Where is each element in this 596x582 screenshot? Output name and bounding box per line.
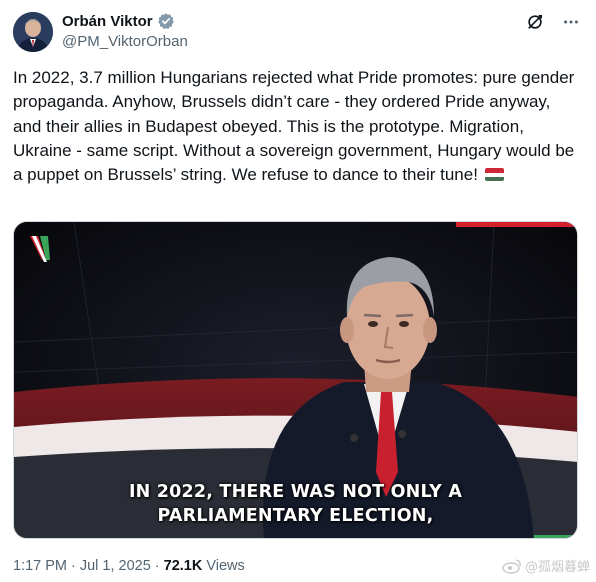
grok-icon[interactable] — [524, 11, 546, 33]
verified-badge-icon — [157, 13, 174, 30]
avatar-portrait — [13, 12, 53, 52]
hungarian-flag-icon — [484, 168, 504, 182]
meta-separator: · — [154, 558, 160, 574]
weibo-icon — [502, 558, 521, 574]
display-name[interactable]: Orbán Viktor — [62, 13, 153, 30]
tweet-meta: 1:17 PM · Jul 1, 2025 · 72.1K Views — [13, 558, 245, 574]
watermark-text: @孤烟暮蝉 — [524, 560, 590, 575]
tweet-body: In 2022, 3.7 million Hungarians rejected… — [13, 68, 580, 185]
handle[interactable]: @PM_ViktorOrban — [62, 33, 188, 50]
meta-separator: · — [71, 558, 76, 574]
avatar[interactable] — [13, 12, 53, 52]
watermark: @孤烟暮蝉 — [502, 556, 590, 575]
caption-line-2: PARLIAMENTARY ELECTION, — [157, 506, 434, 526]
video-media[interactable]: IN 2022, THERE WAS NOT ONLY A PARLIAMENT… — [13, 221, 578, 539]
views-label: Views — [206, 558, 245, 574]
more-icon[interactable] — [560, 11, 582, 33]
video-caption: IN 2022, THERE WAS NOT ONLY A PARLIAMENT… — [14, 480, 577, 528]
tweet-date[interactable]: Jul 1, 2025 — [80, 558, 151, 574]
views-count[interactable]: 72.1K — [164, 558, 203, 574]
caption-line-1: IN 2022, THERE WAS NOT ONLY A — [128, 482, 463, 502]
tweet-text: In 2022, 3.7 million Hungarians rejected… — [13, 66, 578, 187]
tweet-time[interactable]: 1:17 PM — [13, 558, 67, 574]
